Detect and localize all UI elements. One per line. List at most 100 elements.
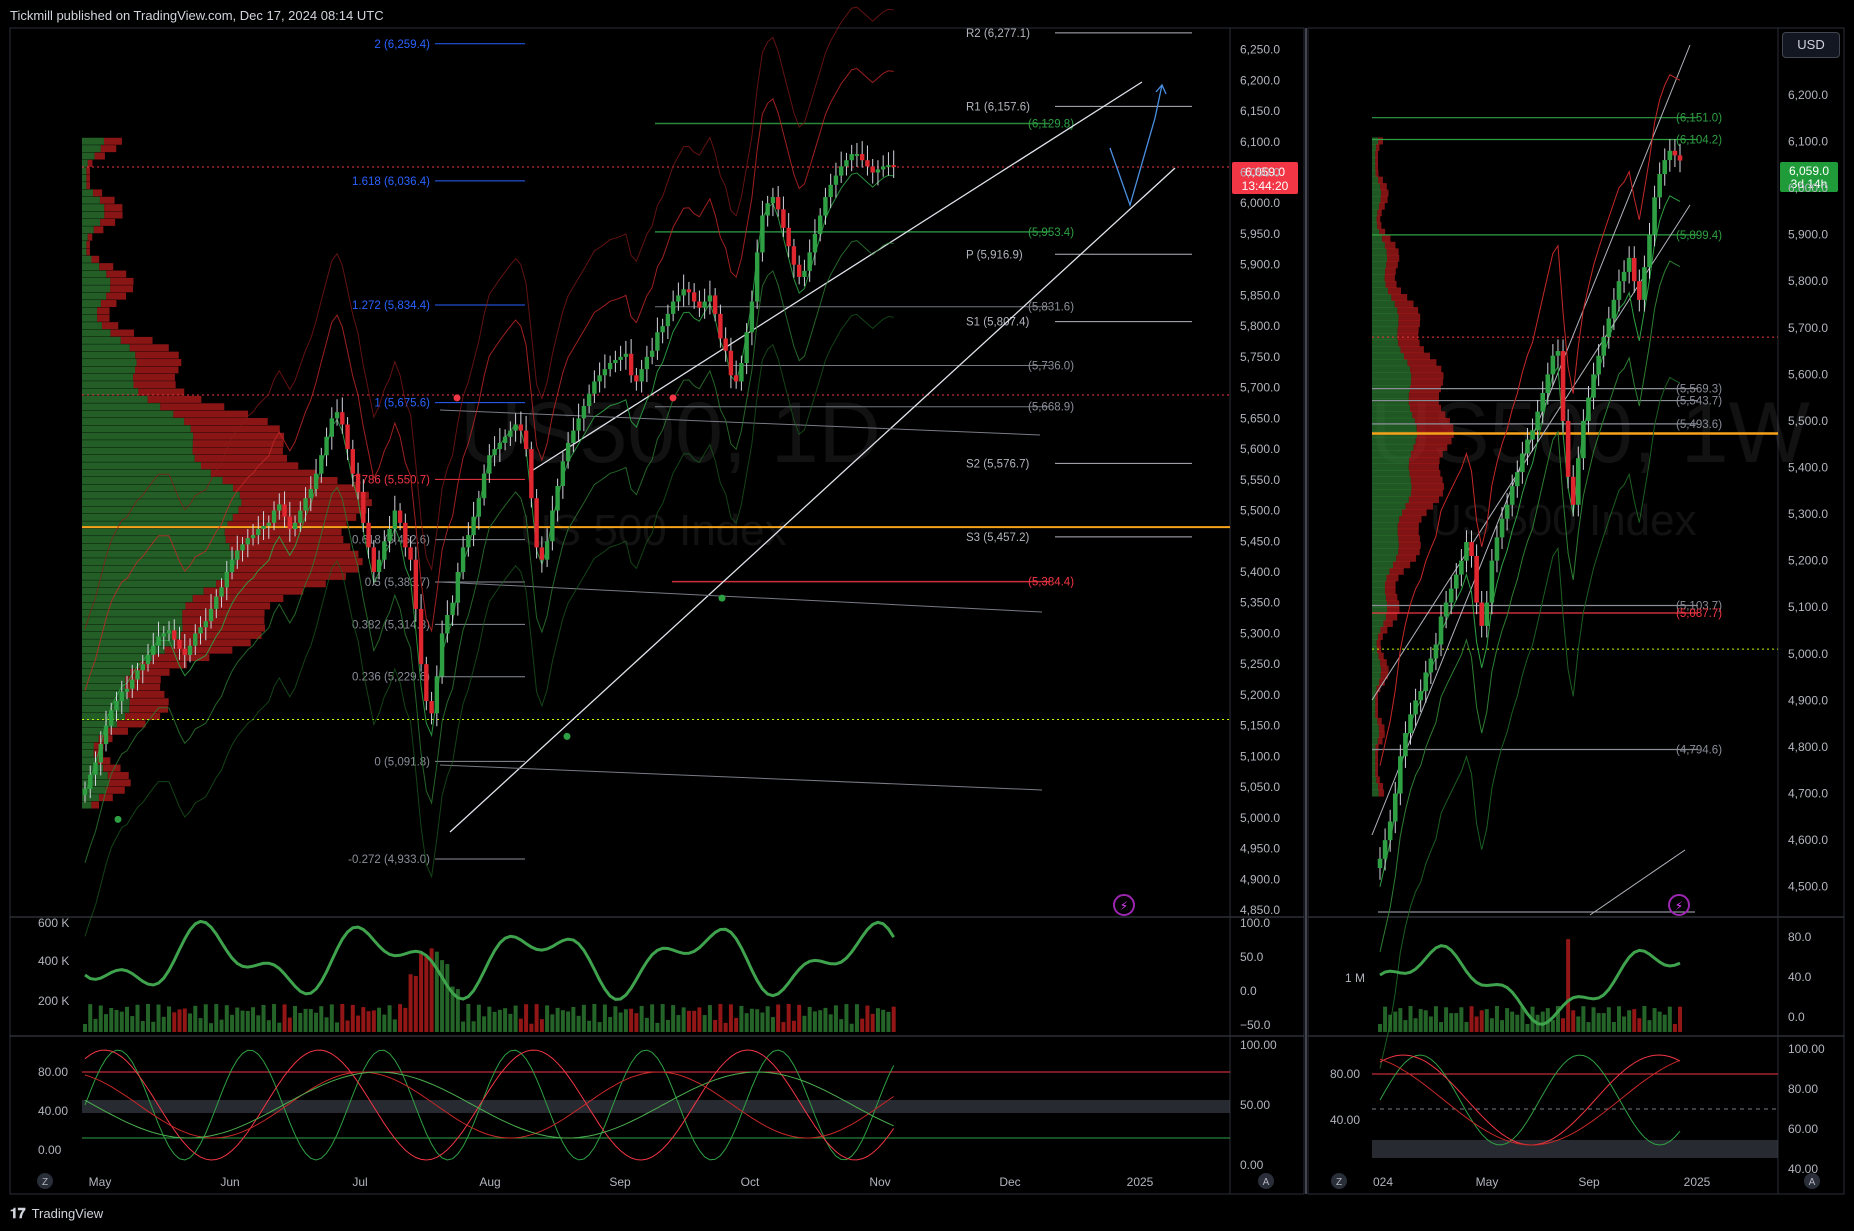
stoch-neutral-band bbox=[1372, 1140, 1778, 1158]
level-label: (5,953.4) bbox=[1028, 227, 1074, 239]
volume-profile-bar bbox=[82, 226, 94, 234]
volume-profile-bar bbox=[1372, 183, 1381, 191]
volume-profile-bar bbox=[1378, 652, 1384, 660]
candle-body bbox=[628, 353, 634, 376]
volume-profile-bar bbox=[1372, 248, 1387, 256]
level-label: (5,899.4) bbox=[1676, 230, 1722, 242]
candle-body bbox=[82, 788, 88, 796]
volume-profile-bar bbox=[106, 292, 127, 300]
osc-tick: 100.0 bbox=[1240, 916, 1270, 930]
candle-body bbox=[298, 510, 303, 523]
volume-profile-bar bbox=[82, 381, 134, 389]
volume-bar bbox=[739, 1005, 744, 1032]
volume-profile-bar bbox=[110, 285, 134, 293]
volume-profile-bar bbox=[82, 388, 139, 396]
volume-profile-bar bbox=[1410, 404, 1442, 412]
volume-profile-bar bbox=[1384, 587, 1396, 595]
volume-bar bbox=[1408, 1006, 1413, 1032]
candle-body bbox=[313, 473, 319, 490]
volume-bar bbox=[266, 1020, 271, 1032]
candle-body bbox=[565, 442, 571, 462]
volume-oscillator-line bbox=[84, 919, 895, 1001]
left-auto-scale-z[interactable]: Z bbox=[37, 1173, 53, 1189]
stoch-left-tick: 0.00 bbox=[38, 1143, 62, 1157]
volume-bar bbox=[524, 1004, 529, 1032]
volume-profile-bar bbox=[1375, 763, 1378, 771]
volume-profile-bar bbox=[82, 668, 131, 676]
volume-profile-bar bbox=[82, 292, 107, 300]
right-price-pane[interactable]: (6,151.0) (6,104.2) (5,899.4) (5,569.3)(5,5… bbox=[1371, 44, 1778, 1158]
candle-body bbox=[1525, 439, 1530, 454]
candle-body bbox=[1392, 793, 1398, 822]
right-auto-scale-z[interactable]: Z bbox=[1331, 1173, 1347, 1189]
candle-body bbox=[1530, 430, 1535, 440]
volume-bar bbox=[371, 1010, 376, 1032]
volume-bar bbox=[749, 1008, 754, 1032]
left-price-tick: 5,000.0 bbox=[1240, 811, 1280, 825]
volume-profile-bar bbox=[82, 506, 239, 514]
right-osc-tick: 0.0 bbox=[1788, 1010, 1805, 1024]
right-stoch-left-tick: 80.00 bbox=[1330, 1067, 1360, 1081]
volume-bar bbox=[1611, 1022, 1616, 1032]
volume-bar bbox=[392, 1019, 397, 1032]
volume-bar bbox=[1474, 1016, 1479, 1032]
candle-body bbox=[880, 166, 886, 170]
left-price-tick: 5,850.0 bbox=[1240, 288, 1280, 302]
volume-profile-bar bbox=[100, 300, 117, 308]
candle-body bbox=[1626, 257, 1632, 272]
volume-profile-bar bbox=[1387, 287, 1401, 295]
volume-profile-bar bbox=[1384, 580, 1396, 588]
volume-profile-bar bbox=[82, 137, 104, 145]
volume-profile-bar bbox=[82, 300, 101, 308]
left-lightning-icon[interactable]: ⚡ bbox=[1113, 894, 1135, 916]
candle-body bbox=[1591, 374, 1596, 398]
volume-profile-bar bbox=[1372, 783, 1379, 791]
candle-body bbox=[597, 375, 602, 382]
left-price-pane[interactable]: 2 (6,259.4) 1.618 (6,036.4) 1.272 (5,834.4… bbox=[82, 6, 1230, 1161]
volume-bar bbox=[571, 1006, 576, 1032]
volume-bar bbox=[172, 1012, 177, 1032]
left-price-tick: 5,900.0 bbox=[1240, 258, 1280, 272]
volume-profile-bar bbox=[1372, 535, 1399, 543]
volume-bar bbox=[692, 1010, 697, 1032]
volume-bar bbox=[1439, 1022, 1444, 1032]
candle-body bbox=[844, 160, 849, 167]
candle-body bbox=[403, 522, 408, 548]
volume-profile-bar bbox=[82, 484, 234, 492]
candle-body bbox=[193, 633, 198, 646]
stoch-line bbox=[1379, 1058, 1681, 1146]
chart-canvas[interactable]: US500, 1D US 500 Index US500, 1W US 500 … bbox=[0, 0, 1854, 1231]
volume-profile-bar bbox=[86, 248, 90, 256]
volume-profile-bar bbox=[1398, 339, 1420, 347]
currency-button[interactable]: USD bbox=[1782, 32, 1840, 58]
right-lightning-icon[interactable]: ⚡ bbox=[1668, 894, 1690, 916]
volume-profile-bar bbox=[82, 683, 125, 691]
volume-bar bbox=[818, 1010, 823, 1032]
volume-bar bbox=[340, 1004, 345, 1032]
volume-bar bbox=[240, 1010, 245, 1032]
volume-profile-bar bbox=[1372, 659, 1381, 667]
candle-body bbox=[350, 449, 356, 474]
volume-bar bbox=[1418, 1009, 1423, 1032]
left-auto-scale-a[interactable]: A bbox=[1258, 1173, 1274, 1189]
volume-profile-bar bbox=[1413, 443, 1448, 451]
candle-body bbox=[508, 430, 513, 437]
volume-bar bbox=[634, 1013, 639, 1032]
trend-line bbox=[439, 764, 1043, 791]
left-time-tick: Sep bbox=[609, 1175, 631, 1189]
right-price-tick: 5,900.0 bbox=[1788, 228, 1828, 242]
level-label: (5,543.7) bbox=[1676, 396, 1722, 408]
candle-body bbox=[387, 528, 392, 542]
volume-bar bbox=[870, 1013, 875, 1032]
candle-body bbox=[1555, 351, 1561, 356]
volume-profile-bar bbox=[1372, 157, 1376, 165]
candle-body bbox=[791, 246, 797, 265]
volume-profile-bar bbox=[82, 307, 98, 315]
candle-body bbox=[765, 203, 770, 216]
volume-profile-bar bbox=[1375, 769, 1378, 777]
candle-body bbox=[481, 473, 487, 499]
volume-profile-bar bbox=[1398, 535, 1420, 543]
volume-profile-bar bbox=[1408, 391, 1440, 399]
volume-profile-bar bbox=[1408, 496, 1440, 504]
left-price-tick: 5,250.0 bbox=[1240, 657, 1280, 671]
